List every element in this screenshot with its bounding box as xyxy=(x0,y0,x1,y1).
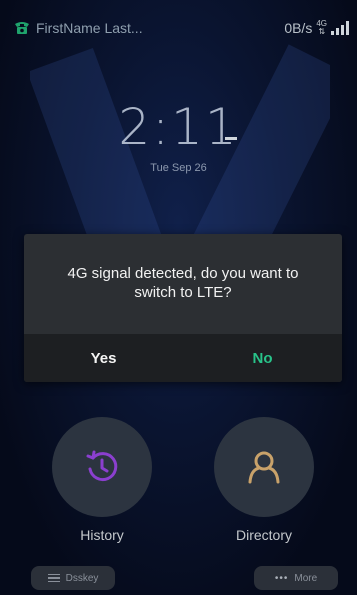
history-circle[interactable] xyxy=(52,417,152,517)
account-status[interactable]: FirstName Last... xyxy=(14,20,143,36)
lock-screen: FirstName Last... 0B/s 4G ⇅ 2:11 Tue Sep… xyxy=(0,0,357,595)
data-rate: 0B/s xyxy=(284,20,313,36)
clock-date: Tue Sep 26 xyxy=(150,162,207,174)
phone-icon xyxy=(15,22,29,34)
directory-label: Directory xyxy=(235,527,292,543)
history-icon xyxy=(86,450,118,482)
more-dots-icon: ••• xyxy=(274,572,289,584)
status-bar: FirstName Last... 0B/s 4G ⇅ xyxy=(0,0,357,56)
lte-switch-dialog: 4G signal detected, do you want to switc… xyxy=(24,234,342,382)
account-name: FirstName Last... xyxy=(36,20,143,36)
yes-button[interactable]: Yes xyxy=(24,334,183,382)
more-label: More xyxy=(294,572,318,584)
contact-icon xyxy=(248,451,280,484)
directory-circle[interactable] xyxy=(214,417,314,517)
dsskey-button[interactable]: Dsskey xyxy=(31,566,115,590)
list-icon xyxy=(47,573,60,583)
no-button[interactable]: No xyxy=(183,334,342,382)
history-label: History xyxy=(80,527,124,543)
history-shortcut[interactable]: History xyxy=(52,417,152,567)
dialog-message: 4G signal detected, do you want to switc… xyxy=(67,265,299,301)
data-arrows-icon: ⇅ xyxy=(318,27,326,36)
dsskey-label: Dsskey xyxy=(65,572,99,584)
directory-shortcut[interactable]: Directory xyxy=(214,417,314,567)
dialog-actions: Yes No xyxy=(24,334,342,382)
network-type: 4G ⇅ xyxy=(316,20,327,36)
clock-underscore xyxy=(225,137,237,140)
network-status: 0B/s 4G ⇅ xyxy=(284,20,349,36)
signal-icon xyxy=(331,21,349,35)
clock-time: 2:11 xyxy=(118,98,239,156)
more-button[interactable]: ••• More xyxy=(254,566,338,590)
